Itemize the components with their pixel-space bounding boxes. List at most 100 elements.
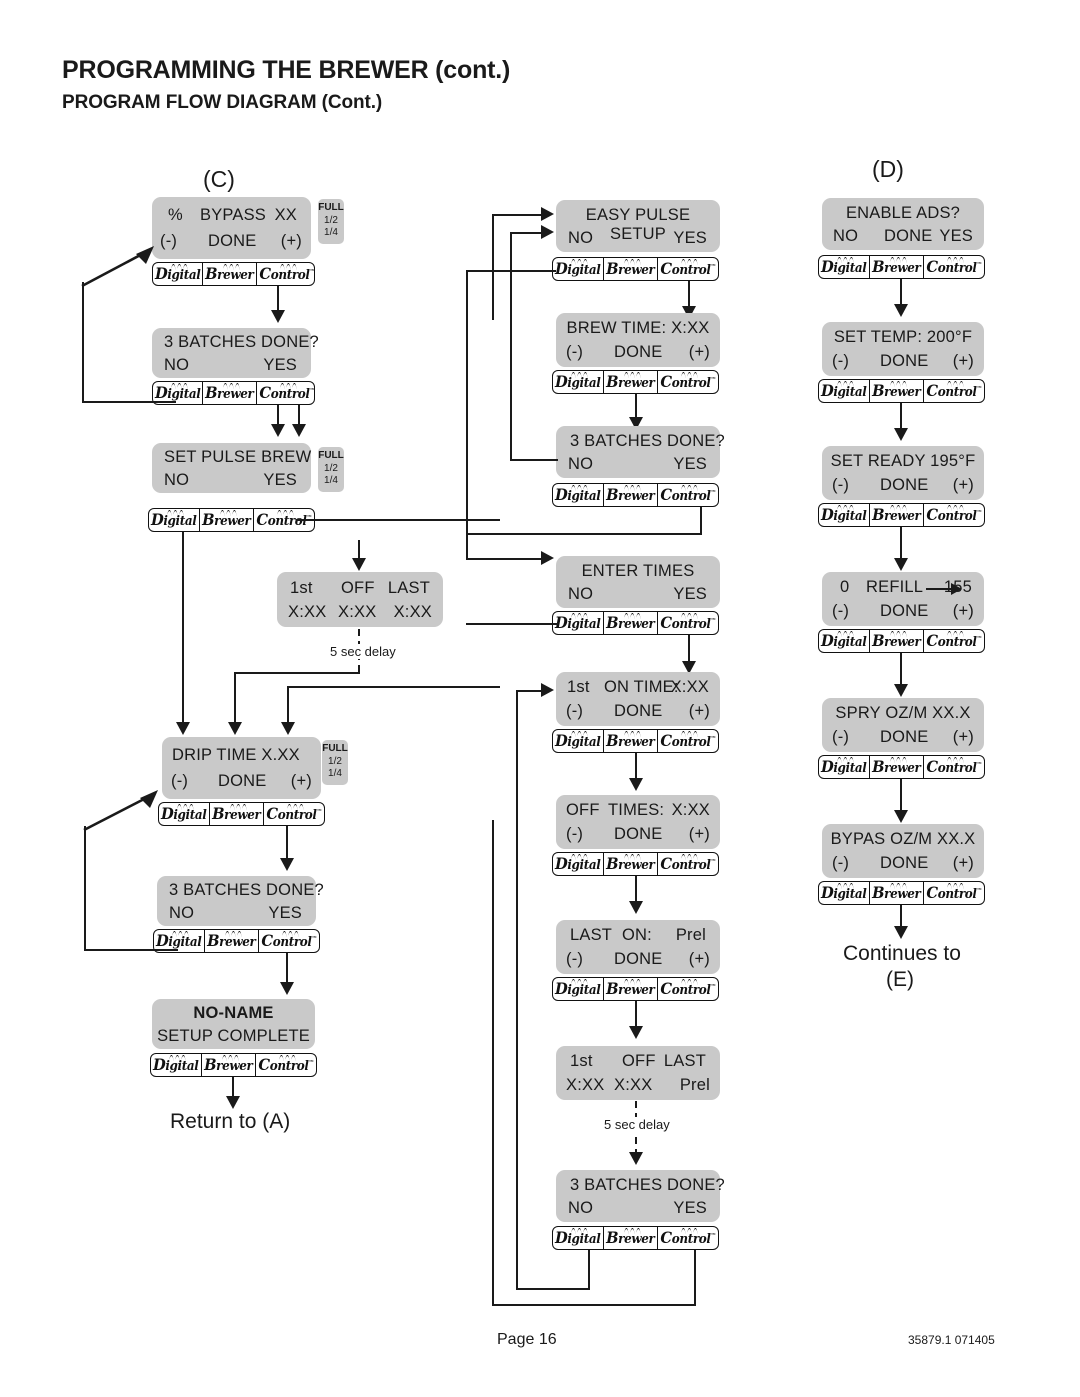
keypad-enable-ads[interactable]: Digital Brewer Control™ bbox=[818, 255, 985, 279]
lcd-line-1: 3 BATCHES DONE? bbox=[169, 881, 324, 899]
full-level-tab: FULL 1/2 1/4 bbox=[318, 447, 344, 492]
keypad-key-control[interactable]: Control™ bbox=[658, 258, 718, 280]
lcd-line-1: ENTER TIMES bbox=[581, 562, 695, 580]
keypad-key-control[interactable]: Control™ bbox=[658, 1227, 718, 1249]
keypad-key-brewer[interactable]: Brewer bbox=[604, 371, 658, 393]
keypad-key-digital[interactable]: Digital bbox=[819, 504, 871, 526]
keypad-key-digital[interactable]: Digital bbox=[819, 380, 871, 402]
keypad-key-brewer[interactable]: Brewer bbox=[205, 930, 259, 952]
lcd-line-1: BREW TIME: X:XX bbox=[566, 319, 710, 337]
keypad-key-brewer[interactable]: Brewer bbox=[870, 504, 924, 526]
marker-d: (D) bbox=[872, 156, 904, 182]
keypad-set-ready[interactable]: Digital Brewer Control™ bbox=[818, 503, 985, 527]
keypad-key-brewer[interactable]: Brewer bbox=[203, 382, 257, 404]
lcd-off-times: OFF TIMES: X:XX (-) DONE (+) bbox=[556, 795, 720, 849]
keypad-brew-time[interactable]: Digital Brewer Control™ bbox=[552, 370, 719, 394]
keypad-key-control[interactable]: Control™ bbox=[257, 263, 314, 285]
keypad-batches-done-4[interactable]: Digital Brewer Control™ bbox=[552, 1226, 719, 1250]
keypad-set-temp[interactable]: Digital Brewer Control™ bbox=[818, 379, 985, 403]
keypad-key-brewer[interactable]: Brewer bbox=[604, 1227, 658, 1249]
keypad-easy-pulse-setup[interactable]: Digital Brewer Control™ bbox=[552, 257, 719, 281]
keypad-key-digital[interactable]: Digital bbox=[153, 263, 204, 285]
keypad-key-digital[interactable]: Digital bbox=[553, 1227, 605, 1249]
keypad-key-digital[interactable]: Digital bbox=[553, 730, 605, 752]
keypad-key-brewer[interactable]: Brewer bbox=[870, 256, 924, 278]
keypad-key-digital[interactable]: Digital bbox=[553, 484, 605, 506]
lcd-batches-done-1: 3 BATCHES DONE? NO YES bbox=[152, 328, 319, 378]
arrow-head bbox=[271, 424, 285, 437]
keypad-key-digital[interactable]: Digital bbox=[553, 612, 605, 634]
keypad-key-brewer[interactable]: Brewer bbox=[202, 1054, 256, 1076]
keypad-key-brewer[interactable]: Brewer bbox=[604, 258, 658, 280]
keypad-key-control[interactable]: Control™ bbox=[924, 630, 984, 652]
keypad-key-control[interactable]: Control™ bbox=[658, 978, 718, 1000]
keypad-key-brewer[interactable]: Brewer bbox=[870, 756, 924, 778]
keypad-spry-ozm[interactable]: Digital Brewer Control™ bbox=[818, 755, 985, 779]
lcd-pct-bypass: % BYPASS XX (-) DONE (+) bbox=[152, 197, 311, 259]
keypad-enter-times[interactable]: Digital Brewer Control™ bbox=[552, 611, 719, 635]
connector bbox=[466, 558, 544, 561]
lcd-line-1: SET PULSE BREW bbox=[164, 448, 312, 466]
lcd-line-2: NO YES bbox=[164, 356, 297, 374]
keypad-key-digital[interactable]: Digital bbox=[819, 256, 871, 278]
connector bbox=[510, 232, 513, 459]
keypad-key-digital[interactable]: Digital bbox=[159, 803, 211, 825]
keypad-key-control[interactable]: Control™ bbox=[924, 504, 984, 526]
keypad-key-digital[interactable]: Digital bbox=[149, 509, 201, 531]
footer-page-number: Page 16 bbox=[497, 1331, 557, 1348]
keypad-bypas-ozm[interactable]: Digital Brewer Control™ bbox=[818, 881, 985, 905]
keypad-key-brewer[interactable]: Brewer bbox=[870, 882, 924, 904]
keypad-key-brewer[interactable]: Brewer bbox=[604, 730, 658, 752]
keypad-off-times[interactable]: Digital Brewer Control™ bbox=[552, 852, 719, 876]
keypad-key-control[interactable]: Control™ bbox=[924, 380, 984, 402]
connector bbox=[287, 686, 500, 689]
lcd-line-1: NO-NAME bbox=[193, 1004, 274, 1022]
keypad-key-brewer[interactable]: Brewer bbox=[604, 978, 658, 1000]
lcd-line-1: SPRY OZ/M XX.X bbox=[835, 704, 971, 722]
keypad-key-digital[interactable]: Digital bbox=[553, 978, 605, 1000]
footer-document-code: 35879.1 071405 bbox=[908, 1333, 995, 1347]
keypad-batches-done-3[interactable]: Digital Brewer Control™ bbox=[552, 483, 719, 507]
keypad-batches-done-1[interactable]: Digital Brewer Control™ bbox=[152, 381, 315, 405]
keypad-key-control[interactable]: Control™ bbox=[924, 256, 984, 278]
keypad-no-name-complete[interactable]: Digital Brewer Control™ bbox=[150, 1053, 317, 1077]
keypad-key-control[interactable]: Control™ bbox=[256, 1054, 316, 1076]
keypad-key-control[interactable]: Control™ bbox=[257, 382, 314, 404]
keypad-key-digital[interactable]: Digital bbox=[819, 756, 871, 778]
keypad-refill[interactable]: Digital Brewer Control™ bbox=[818, 629, 985, 653]
keypad-key-brewer[interactable]: Brewer bbox=[200, 509, 254, 531]
keypad-key-brewer[interactable]: Brewer bbox=[604, 484, 658, 506]
keypad-drip-time[interactable]: Digital Brewer Control™ bbox=[158, 802, 325, 826]
lcd-set-ready: SET READY 195°F (-) DONE (+) bbox=[822, 446, 984, 500]
keypad-key-control[interactable]: Control™ bbox=[658, 853, 718, 875]
keypad-key-control[interactable]: Control™ bbox=[259, 930, 319, 952]
keypad-key-brewer[interactable]: Brewer bbox=[604, 853, 658, 875]
keypad-key-brewer[interactable]: Brewer bbox=[870, 630, 924, 652]
keypad-last-on[interactable]: Digital Brewer Control™ bbox=[552, 977, 719, 1001]
keypad-key-control[interactable]: Control™ bbox=[658, 612, 718, 634]
keypad-key-digital[interactable]: Digital bbox=[819, 630, 871, 652]
lcd-line-2: (-) DONE (+) bbox=[832, 476, 974, 494]
keypad-key-control[interactable]: Control™ bbox=[658, 730, 718, 752]
keypad-key-control[interactable]: Control™ bbox=[658, 371, 718, 393]
keypad-key-brewer[interactable]: Brewer bbox=[203, 263, 257, 285]
keypad-pct-bypass[interactable]: Digital Brewer Control™ bbox=[152, 262, 315, 286]
keypad-first-on-time[interactable]: Digital Brewer Control™ bbox=[552, 729, 719, 753]
keypad-key-digital[interactable]: Digital bbox=[553, 258, 605, 280]
keypad-key-control[interactable]: Control™ bbox=[924, 882, 984, 904]
keypad-key-control[interactable]: Control™ bbox=[658, 484, 718, 506]
keypad-key-brewer[interactable]: Brewer bbox=[870, 380, 924, 402]
keypad-key-digital[interactable]: Digital bbox=[553, 853, 605, 875]
keypad-set-pulse-brew[interactable]: Digital Brewer Control™ bbox=[148, 508, 315, 532]
keypad-key-brewer[interactable]: Brewer bbox=[604, 612, 658, 634]
keypad-key-digital[interactable]: Digital bbox=[553, 371, 605, 393]
keypad-key-brewer[interactable]: Brewer bbox=[210, 803, 264, 825]
lcd-line-2: NO YES bbox=[568, 455, 707, 473]
connector bbox=[516, 1288, 590, 1291]
keypad-key-digital[interactable]: Digital bbox=[151, 1054, 203, 1076]
lcd-line-2: (-) DONE (+) bbox=[566, 825, 710, 843]
keypad-key-control[interactable]: Control™ bbox=[924, 756, 984, 778]
keypad-batches-done-2[interactable]: Digital Brewer Control™ bbox=[153, 929, 320, 953]
keypad-key-control[interactable]: Control™ bbox=[264, 803, 324, 825]
keypad-key-digital[interactable]: Digital bbox=[819, 882, 871, 904]
